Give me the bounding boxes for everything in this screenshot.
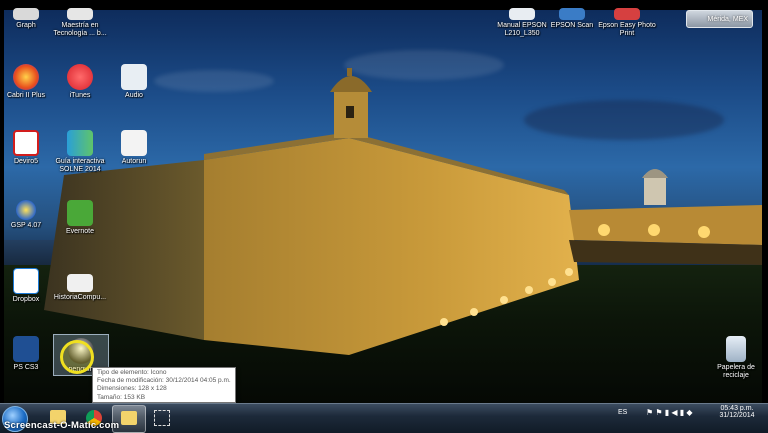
weather-gadget[interactable]: Mérida, MEX — [686, 10, 753, 28]
pdf-icon — [509, 8, 535, 20]
icon-label: Maestría en Tecnología ... b... — [53, 22, 107, 37]
dropbox-icon — [13, 268, 39, 294]
icon-label: Audio — [125, 92, 143, 99]
tooltip-line-date: Fecha de modificación: 30/12/2014 04:05 … — [97, 377, 231, 385]
icon-label: Evernote — [65, 228, 95, 235]
desktop-icon-maestria[interactable]: Maestría en Tecnología ... b... — [48, 8, 112, 38]
icon-label: Autorun — [121, 158, 147, 165]
desktop-screen: Graph Maestría en Tecnología ... b... Ca… — [0, 0, 768, 433]
icon-label: Epson Easy Photo Print — [598, 22, 656, 37]
weather-gadget-text: Mérida, MEX — [707, 16, 748, 23]
photo-print-icon — [614, 8, 640, 20]
desktop-icon-ps-cs3[interactable]: PS CS3 — [0, 336, 58, 372]
snipping-icon — [154, 410, 170, 426]
tooltip-line-dimensions: Dimensiones: 128 x 128 — [97, 385, 167, 393]
cursor-highlight — [60, 340, 94, 374]
clock-time: 05:43 p.m. — [720, 405, 754, 412]
taskbar-snipping[interactable] — [146, 405, 178, 431]
folder-shortcut-icon — [67, 8, 93, 20]
icon-label: PS CS3 — [13, 364, 39, 371]
scanner-icon — [559, 8, 585, 20]
icon-label: Papelera de reciclaje — [717, 364, 755, 379]
clock-date: 31/12/2014 — [719, 412, 755, 419]
recycle-bin-icon — [726, 336, 746, 362]
folder-icon — [121, 411, 137, 425]
cabri-icon — [13, 64, 39, 90]
evernote-icon — [67, 200, 93, 226]
document-icon — [67, 274, 93, 292]
clock[interactable]: 05:43 p.m. 31/12/2014 — [712, 405, 762, 419]
language-indicator[interactable]: ES — [618, 409, 627, 416]
graph-icon — [13, 8, 39, 20]
deviro-icon — [13, 130, 39, 156]
guia-icon — [67, 130, 93, 156]
desktop-icon-audio[interactable]: Audio — [102, 64, 166, 100]
tray-icons[interactable]: ⚑ ⚑ ▮ ◀ ▮ ◆ — [646, 408, 693, 417]
gsp-icon — [16, 200, 36, 220]
desktop-icon-recycle-bin[interactable]: Papelera de reciclaje — [704, 336, 768, 380]
icon-label: HistoriaCompu... — [53, 294, 107, 301]
tooltip-line-size: Tamaño: 153 KB — [97, 393, 146, 401]
document-icon — [121, 130, 147, 156]
tooltip-line-type: Tipo de elemento: Icono — [97, 369, 167, 376]
icon-tooltip: Tipo de elemento: Icono Fecha de modific… — [92, 367, 236, 403]
desktop-icon-historia[interactable]: HistoriaCompu... — [48, 274, 112, 302]
itunes-icon — [67, 64, 93, 90]
desktop-icon-epson-easy-photo[interactable]: Epson Easy Photo Print — [595, 8, 659, 38]
desktop-icon-autorun[interactable]: Autorun — [102, 130, 166, 166]
photoshop-icon — [13, 336, 39, 362]
desktop-icon-evernote[interactable]: Evernote — [48, 200, 112, 236]
audio-icon — [121, 64, 147, 90]
screencast-watermark: Screencast-O-Matic.com — [4, 420, 120, 431]
